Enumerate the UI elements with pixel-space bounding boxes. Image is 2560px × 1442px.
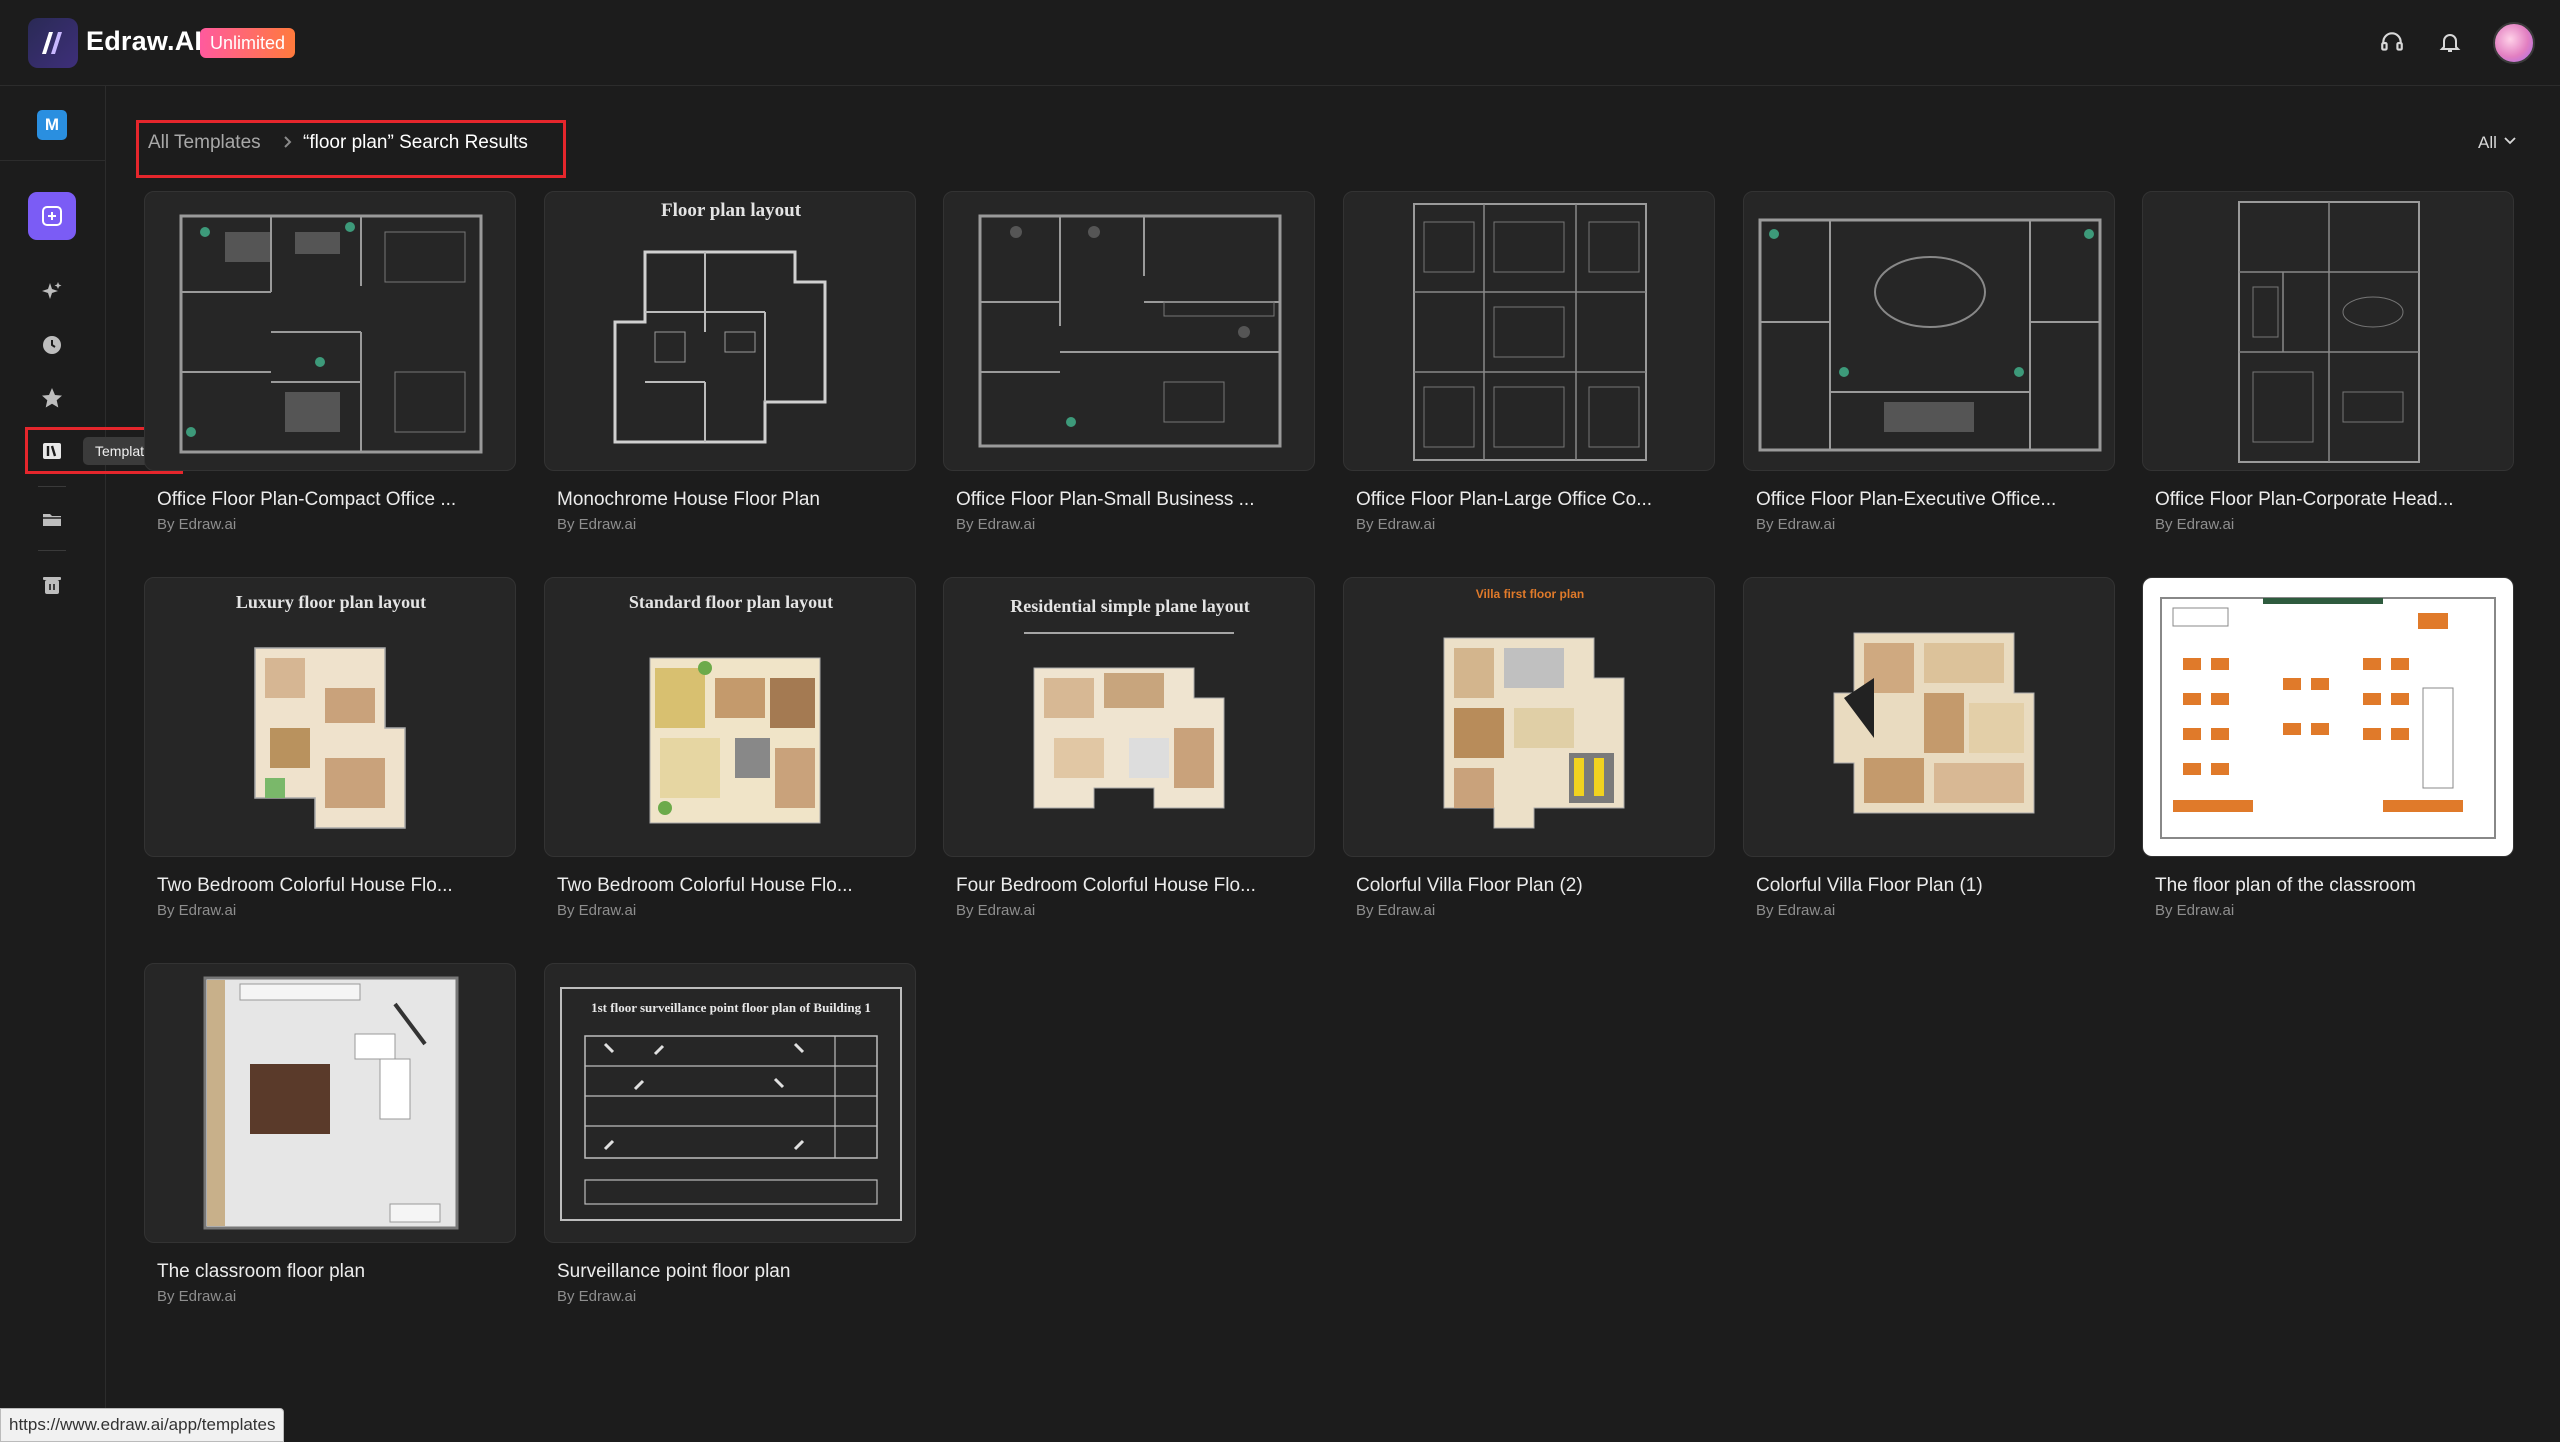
brand-name[interactable]: Edraw.AI — [86, 26, 202, 57]
template-card[interactable]: Villa first floor plan Colorful Villa Fl… — [1343, 577, 1715, 919]
template-card[interactable]: Office Floor Plan-Small Business ... By … — [943, 191, 1315, 533]
template-card[interactable]: Office Floor Plan-Large Office Co... By … — [1343, 191, 1715, 533]
trash-icon[interactable] — [34, 567, 70, 603]
star-icon[interactable] — [34, 380, 70, 416]
template-author: By Edraw.ai — [2155, 516, 2235, 533]
template-thumbnail[interactable]: Luxury floor plan layout — [144, 577, 516, 857]
folder-icon[interactable] — [34, 501, 70, 537]
sidebar-separator — [38, 486, 66, 487]
template-title[interactable]: Colorful Villa Floor Plan (1) — [1756, 875, 2106, 897]
template-author: By Edraw.ai — [157, 1288, 237, 1305]
chevron-right-icon — [278, 133, 296, 151]
template-title[interactable]: Office Floor Plan-Compact Office ... — [157, 489, 507, 511]
template-author: By Edraw.ai — [557, 516, 637, 533]
template-thumbnail[interactable]: Standard floor plan layout — [544, 577, 916, 857]
status-bar-url: https://www.edraw.ai/app/templates — [0, 1408, 285, 1442]
template-card[interactable]: 1st floor surveillance point floor plan … — [544, 963, 916, 1305]
template-card[interactable]: Office Floor Plan-Compact Office ... By … — [144, 191, 516, 533]
template-card[interactable]: Colorful Villa Floor Plan (1) By Edraw.a… — [1743, 577, 2115, 919]
template-thumbnail[interactable]: 1st floor surveillance point floor plan … — [544, 963, 916, 1243]
book-icon[interactable] — [34, 433, 70, 469]
chevron-down-icon — [2503, 133, 2517, 153]
sidebar: M Templates — [0, 86, 183, 1440]
template-card[interactable]: The floor plan of the classroom By Edraw… — [2142, 577, 2514, 919]
template-title[interactable]: Surveillance point floor plan — [557, 1261, 907, 1283]
template-thumbnail[interactable] — [144, 191, 516, 471]
template-thumbnail[interactable] — [1343, 191, 1715, 471]
template-author: By Edraw.ai — [956, 902, 1036, 919]
breadcrumb-current: “floor plan” Search Results — [303, 132, 528, 153]
template-thumbnail[interactable] — [2142, 191, 2514, 471]
template-author: By Edraw.ai — [557, 902, 637, 919]
breadcrumb-all-templates[interactable]: All Templates — [148, 132, 261, 154]
template-author: By Edraw.ai — [1356, 516, 1436, 533]
template-thumbnail[interactable]: Villa first floor plan — [1343, 577, 1715, 857]
template-title[interactable]: Four Bedroom Colorful House Flo... — [956, 875, 1306, 897]
template-card[interactable]: Luxury floor plan layout Two Bedroom Col… — [144, 577, 516, 919]
template-title[interactable]: The floor plan of the classroom — [2155, 875, 2505, 897]
template-title[interactable]: Office Floor Plan-Executive Office... — [1756, 489, 2106, 511]
plan-badge: Unlimited — [200, 28, 296, 58]
template-author: By Edraw.ai — [157, 902, 237, 919]
sidebar-divider — [0, 160, 105, 161]
template-author: By Edraw.ai — [2155, 902, 2235, 919]
template-author: By Edraw.ai — [956, 516, 1036, 533]
template-card[interactable]: Standard floor plan layout Two Bedroom C… — [544, 577, 916, 919]
template-thumbnail[interactable] — [144, 963, 516, 1243]
template-author: By Edraw.ai — [1756, 516, 1836, 533]
filter-dropdown[interactable]: All — [2478, 133, 2517, 153]
template-thumbnail[interactable] — [2142, 577, 2514, 857]
headset-icon[interactable] — [2374, 24, 2410, 60]
template-thumbnail[interactable]: Residential simple plane layout — [943, 577, 1315, 857]
template-author: By Edraw.ai — [1356, 902, 1436, 919]
template-title[interactable]: Two Bedroom Colorful House Flo... — [557, 875, 907, 897]
template-title[interactable]: Two Bedroom Colorful House Flo... — [157, 875, 507, 897]
template-author: By Edraw.ai — [557, 1288, 637, 1305]
filter-label: All — [2478, 133, 2497, 152]
template-author: By Edraw.ai — [157, 516, 237, 533]
avatar[interactable] — [2493, 22, 2535, 64]
template-thumbnail[interactable] — [943, 191, 1315, 471]
template-thumbnail[interactable] — [1743, 191, 2115, 471]
bell-icon[interactable] — [2432, 24, 2468, 60]
workspace-badge[interactable]: M — [37, 110, 67, 140]
template-thumbnail[interactable] — [1743, 577, 2115, 857]
template-thumbnail[interactable]: Floor plan layout — [544, 191, 916, 471]
template-title[interactable]: Office Floor Plan-Small Business ... — [956, 489, 1306, 511]
edraw-logo-icon[interactable] — [28, 18, 78, 68]
template-card[interactable]: Office Floor Plan-Executive Office... By… — [1743, 191, 2115, 533]
clock-icon[interactable] — [34, 327, 70, 363]
template-card[interactable]: Office Floor Plan-Corporate Head... By E… — [2142, 191, 2514, 533]
template-card[interactable]: Floor plan layout Monochrome House Floor… — [544, 191, 916, 533]
template-author: By Edraw.ai — [1756, 902, 1836, 919]
template-title[interactable]: Office Floor Plan-Large Office Co... — [1356, 489, 1706, 511]
template-card[interactable]: Residential simple plane layout Four Bed… — [943, 577, 1315, 919]
sidebar-separator — [38, 550, 66, 551]
top-bar: Edraw.AI Unlimited — [0, 0, 2560, 86]
template-title[interactable]: Office Floor Plan-Corporate Head... — [2155, 489, 2505, 511]
new-file-button[interactable] — [28, 192, 76, 240]
template-title[interactable]: Colorful Villa Floor Plan (2) — [1356, 875, 1706, 897]
sparkle-icon[interactable] — [34, 274, 70, 310]
template-title[interactable]: Monochrome House Floor Plan — [557, 489, 907, 511]
template-title[interactable]: The classroom floor plan — [157, 1261, 507, 1283]
template-card[interactable]: The classroom floor plan By Edraw.ai — [144, 963, 516, 1305]
